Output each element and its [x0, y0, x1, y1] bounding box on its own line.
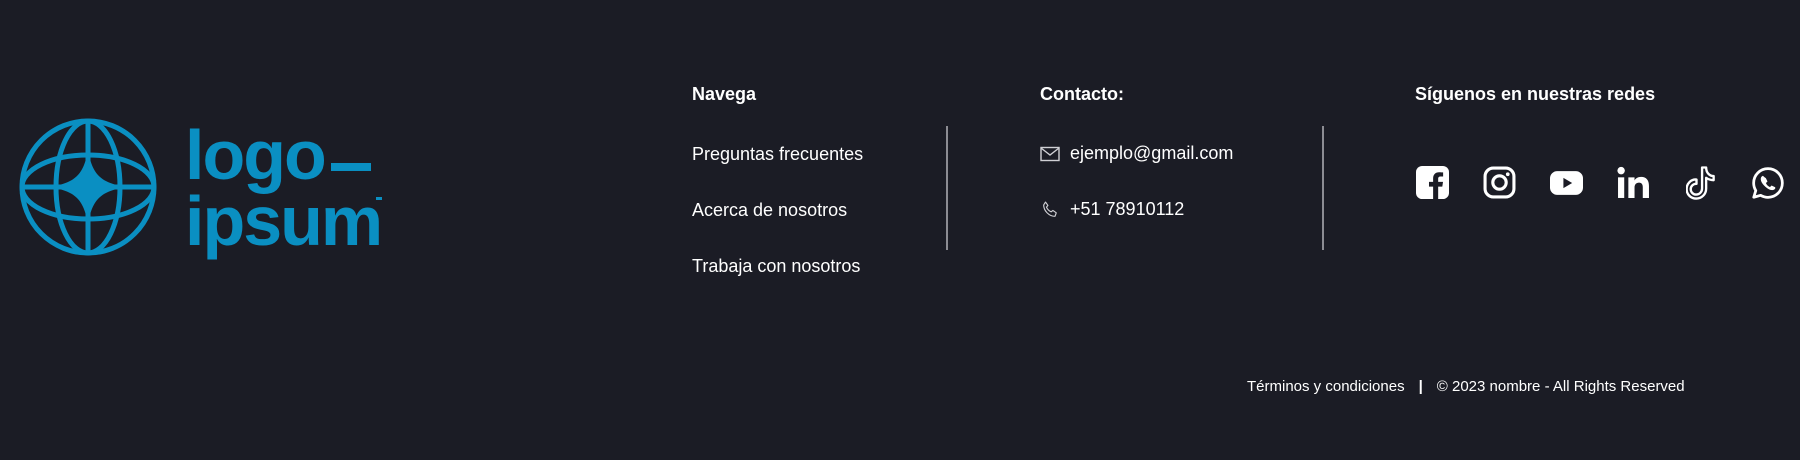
svg-text:ipsum: ipsum: [185, 182, 381, 260]
nav-link-about[interactable]: Acerca de nosotros: [692, 200, 847, 221]
terms-link[interactable]: Términos y condiciones: [1247, 378, 1405, 395]
contact-phone-value: +51 78910112: [1070, 199, 1185, 219]
facebook-icon[interactable]: [1414, 164, 1451, 201]
nav-link-careers[interactable]: Trabaja con nosotros: [692, 256, 860, 277]
whatsapp-icon[interactable]: [1749, 164, 1786, 201]
youtube-icon[interactable]: [1548, 164, 1585, 201]
contact-title: Contacto:: [1040, 84, 1124, 104]
nav-link-faq[interactable]: Preguntas frecuentes: [692, 144, 863, 165]
brand-logo[interactable]: logo ipsum: [17, 115, 397, 260]
column-divider: [1322, 126, 1324, 250]
phone-icon: [1040, 200, 1060, 220]
envelope-icon: [1040, 146, 1060, 162]
linkedin-icon[interactable]: [1615, 164, 1652, 201]
social-icons: [1414, 164, 1786, 201]
logo-globe-icon: logo ipsum: [19, 116, 383, 260]
site-footer: logo ipsum Navega Preguntas frecuentes A…: [0, 0, 1800, 460]
contact-email[interactable]: ejemplo@gmail.com: [1040, 143, 1233, 164]
column-divider: [946, 126, 948, 250]
contact-email-value: ejemplo@gmail.com: [1070, 143, 1234, 163]
legal-separator: |: [1418, 378, 1423, 395]
tiktok-icon[interactable]: [1682, 164, 1719, 201]
legal-bar: Términos y condiciones | © 2023 nombre -…: [1247, 378, 1685, 395]
nav-title: Navega: [692, 84, 757, 104]
social-title: Síguenos en nuestras redes: [1415, 84, 1656, 104]
instagram-icon[interactable]: [1481, 164, 1518, 201]
copyright-text: © 2023 nombre - All Rights Reserved: [1436, 378, 1685, 395]
contact-phone[interactable]: +51 78910112: [1040, 199, 1184, 220]
